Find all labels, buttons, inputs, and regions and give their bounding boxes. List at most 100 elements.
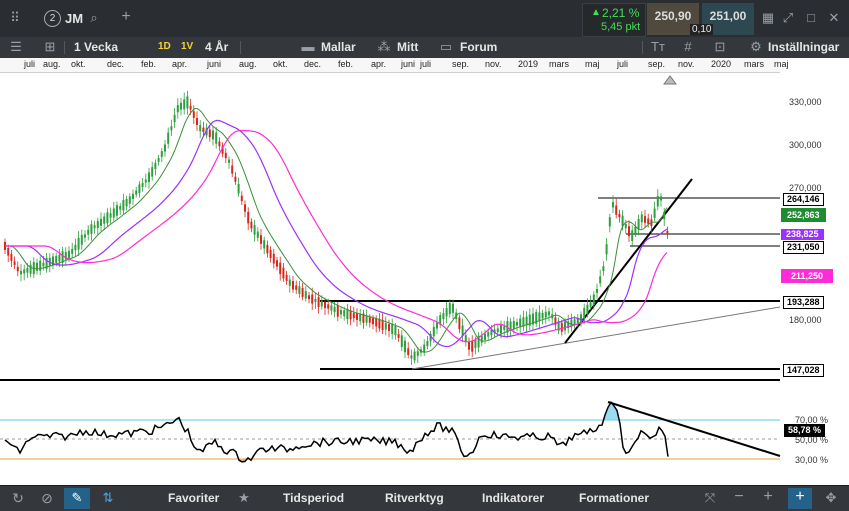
candle-body: [234, 176, 237, 182]
templates-icon: ▬: [301, 39, 315, 54]
grid-menu-icon[interactable]: ⠿: [6, 10, 24, 26]
candle-body: [292, 280, 294, 290]
add-icon[interactable]: +: [118, 9, 134, 25]
long-trendline[interactable]: [411, 306, 781, 370]
star-icon[interactable]: ★: [236, 490, 252, 506]
candle-body: [397, 334, 400, 338]
disable-icon[interactable]: ⊘: [39, 490, 55, 506]
candle-body: [269, 249, 272, 258]
candle-body: [282, 267, 285, 279]
candle-body: [29, 264, 32, 274]
gear-icon[interactable]: ⚙: [748, 39, 764, 55]
price-tag-147: 147,028: [783, 364, 824, 377]
window-number-badge[interactable]: 2: [44, 10, 61, 27]
candle-body: [500, 324, 502, 334]
candle-body: [640, 214, 643, 223]
forum-button[interactable]: Forum: [460, 40, 497, 54]
candle-body: [84, 234, 86, 238]
chart-toolbar: ☰ ⊞ 1 Vecka 1D 1V 4 År ▬ Mallar ⁂ Mitt ▭…: [0, 37, 849, 59]
zoom-out-icon[interactable]: −: [731, 489, 747, 505]
candle-body: [183, 99, 186, 110]
candle-body: [132, 193, 134, 199]
candle-body: [23, 269, 26, 274]
candle-body: [589, 302, 592, 307]
templates-button[interactable]: Mallar: [321, 40, 356, 54]
price-label-270: 270,000: [789, 183, 822, 193]
candle-body: [138, 184, 141, 194]
candle-body: [656, 196, 659, 207]
sort-icon[interactable]: ⇅: [100, 490, 116, 506]
candle-body: [368, 317, 371, 323]
rsi-trendline[interactable]: [607, 401, 781, 457]
candle-body: [596, 288, 598, 294]
candle-body: [247, 211, 250, 224]
maximize-icon[interactable]: □: [803, 10, 819, 26]
rsi-line: [4, 401, 669, 463]
period-selector[interactable]: 1 Vecka: [74, 40, 118, 54]
candle-body: [541, 312, 544, 319]
rsi-label-30: 30,00 %: [795, 455, 829, 465]
candle-body: [484, 333, 486, 340]
candle-body: [260, 235, 262, 244]
moving-average-short: [5, 108, 668, 353]
candle-body: [327, 304, 330, 309]
moving-average-mid: [5, 119, 668, 348]
change-percent: 2,21 %: [602, 6, 640, 20]
candle-body: [343, 310, 346, 317]
candle-body: [637, 218, 640, 230]
candle-body: [7, 247, 10, 256]
ticker-symbol[interactable]: JM: [65, 11, 83, 26]
change-points: 5,45 pkt: [601, 21, 641, 33]
price-tag-264: 264,146: [783, 193, 824, 206]
expand-icon[interactable]: ⤢: [780, 10, 796, 26]
candle-body: [13, 261, 16, 266]
current-period-marker-icon[interactable]: [663, 75, 677, 85]
layout-icon[interactable]: ▦: [760, 10, 776, 26]
candle-body: [436, 322, 438, 329]
formations-button[interactable]: Formationer: [579, 491, 649, 505]
draw-tool-button[interactable]: ✎: [64, 488, 90, 509]
candle-body: [631, 230, 634, 241]
candle-body: [372, 318, 374, 325]
list-icon[interactable]: ☰: [8, 39, 24, 55]
favorites-button[interactable]: Favoriter: [168, 491, 219, 505]
gridlines-icon[interactable]: #: [680, 39, 696, 55]
toolbar-separator: [240, 41, 241, 54]
price-label-180: 180,000: [789, 315, 822, 325]
candle-body: [442, 313, 445, 319]
candle-body: [237, 184, 240, 194]
period-button[interactable]: Tidsperiod: [283, 491, 344, 505]
zoom-in-icon[interactable]: +: [760, 489, 776, 505]
search-icon[interactable]: ⌕: [86, 10, 102, 26]
candle-body: [87, 229, 90, 235]
candle-body: [71, 248, 74, 254]
mine-button[interactable]: Mitt: [397, 40, 418, 54]
range-1v-button[interactable]: 1V: [181, 41, 193, 52]
crosshair-icon[interactable]: ⊡: [712, 39, 728, 55]
candle-body: [256, 231, 259, 238]
price-tag-last: 252,863: [781, 208, 826, 222]
close-icon[interactable]: ✕: [826, 10, 842, 26]
candle-body: [116, 205, 118, 216]
move-icon[interactable]: ✥: [823, 490, 839, 506]
settings-button[interactable]: Inställningar: [768, 40, 839, 54]
price-chart[interactable]: [0, 58, 849, 485]
crosshair-button[interactable]: +: [788, 488, 812, 509]
candle-body: [186, 96, 189, 109]
refresh-icon[interactable]: ↻: [10, 490, 26, 506]
grid-layout-icon[interactable]: ⊞: [42, 39, 58, 55]
range-1d-button[interactable]: 1D: [158, 41, 171, 52]
indicators-button[interactable]: Indikatorer: [482, 491, 544, 505]
candle-body: [128, 196, 131, 204]
bottom-bar: ↻ ⊘ ✎ ⇅ Favoriter ★ Tidsperiod Ritverkty…: [0, 485, 849, 511]
chart-area[interactable]: juli aug. okt. dec. feb. apr. juni aug. okt. dec.…: [0, 58, 849, 485]
candle-body: [109, 213, 112, 218]
candle-body: [250, 221, 253, 229]
candle-body: [317, 297, 320, 307]
range-4ar-button[interactable]: 4 År: [205, 40, 228, 54]
candle-body: [164, 144, 166, 152]
pencil-icon: ✎: [71, 490, 83, 505]
text-size-icon[interactable]: Tт: [648, 39, 668, 55]
fit-icon[interactable]: ⤧: [702, 490, 718, 506]
drawing-tool-button[interactable]: Ritverktyg: [385, 491, 444, 505]
